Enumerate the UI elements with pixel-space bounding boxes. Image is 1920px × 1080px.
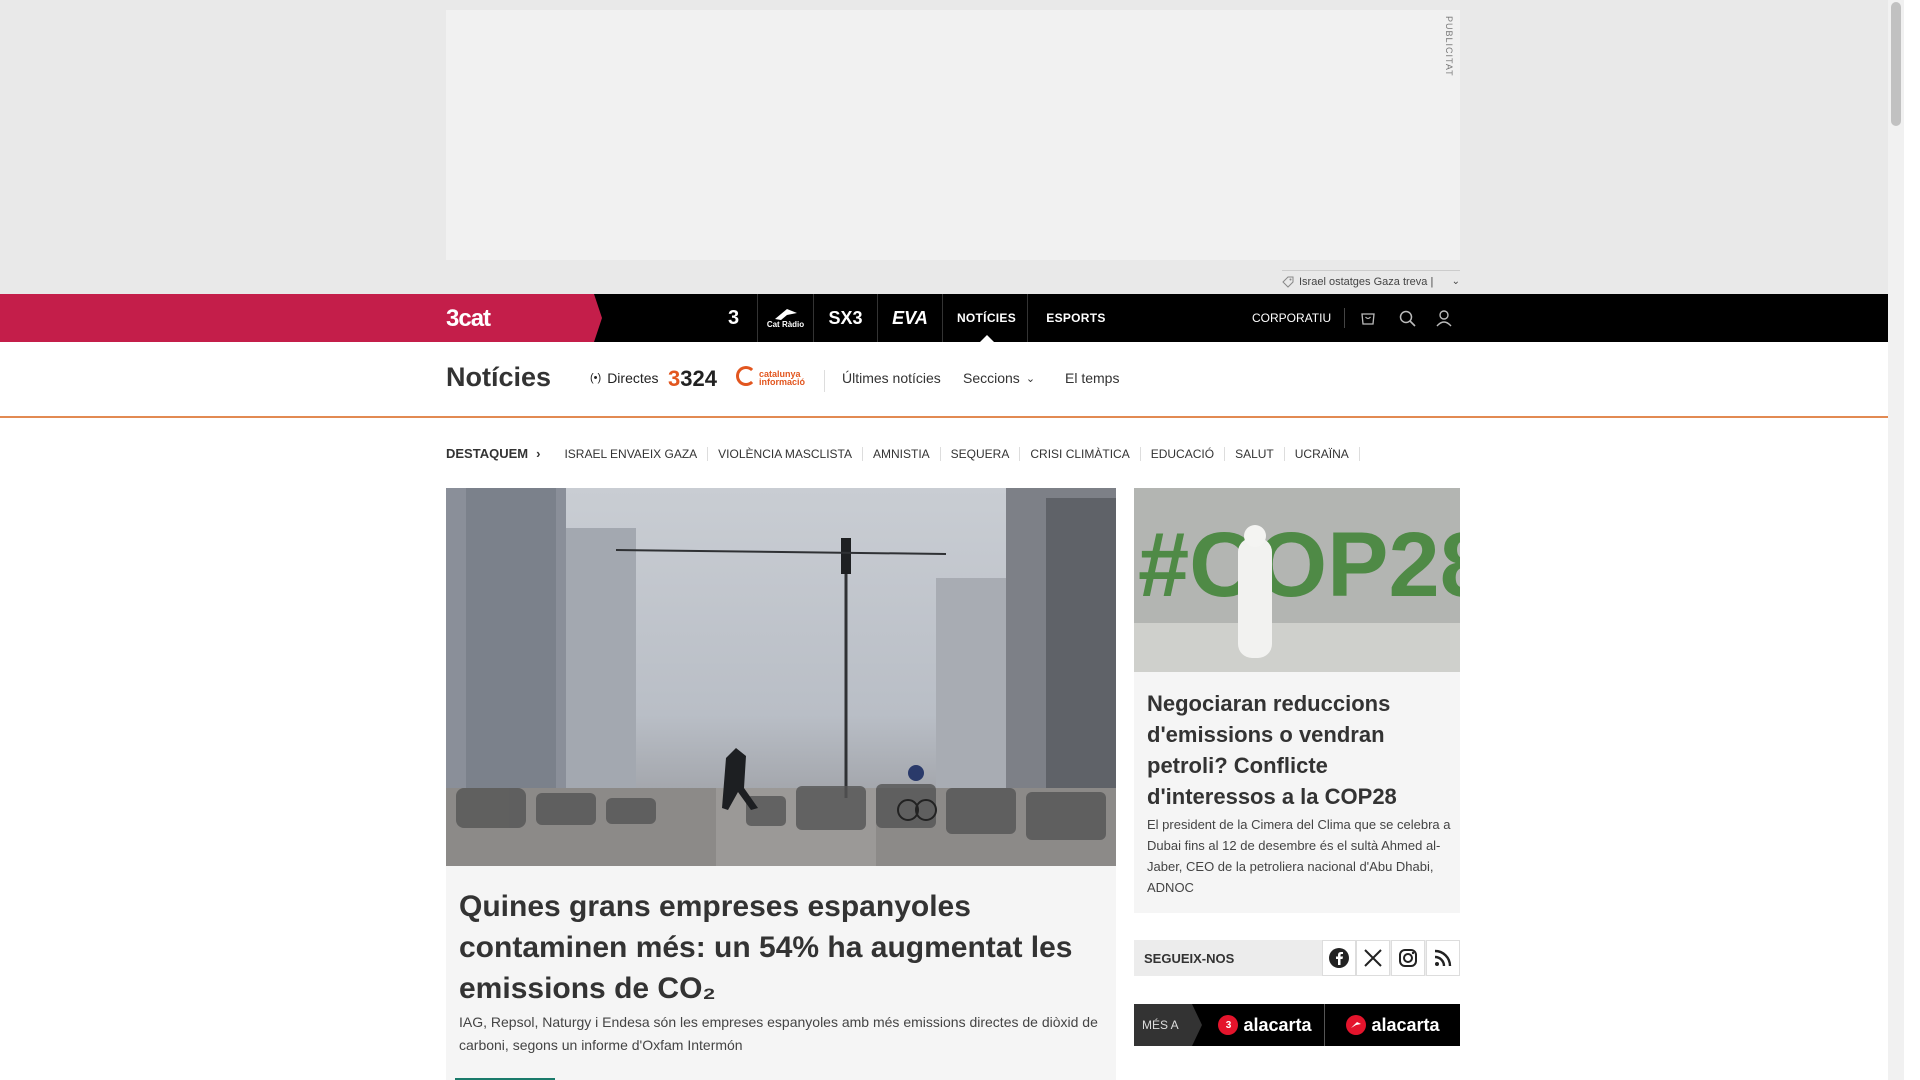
- main-article-card[interactable]: Quines grans empreses espanyoles contami…: [446, 866, 1116, 1080]
- nav-corporatiu[interactable]: CORPORATIU: [1252, 294, 1331, 342]
- user-icon[interactable]: [1430, 304, 1458, 332]
- rss-icon[interactable]: [1426, 940, 1460, 976]
- section-header: Notícies (•) Directes 3324 catalunya info…: [0, 342, 1904, 418]
- live-icon: (•): [590, 372, 602, 384]
- 3-alacarta-link[interactable]: 3 alacarta: [1206, 1004, 1324, 1046]
- ad-label: PUBLICITAT: [1444, 16, 1454, 77]
- brand-band: [0, 294, 602, 342]
- channel-eva-logo[interactable]: EVA: [878, 294, 943, 342]
- directes-label: Directes: [607, 370, 659, 386]
- 3-badge-icon: 3: [1218, 1015, 1239, 1035]
- main-article-headline[interactable]: Quines grans empreses espanyoles contami…: [459, 886, 1109, 1009]
- tag-ucraina[interactable]: UCRAÏNA: [1285, 446, 1360, 461]
- cop28-sign: #COP28: [1138, 514, 1460, 616]
- catradio-icon: [774, 309, 797, 320]
- tag-amnistia[interactable]: AMNISTIA: [863, 446, 941, 461]
- divider: [1324, 1004, 1325, 1046]
- tag-educacio[interactable]: EDUCACIÓ: [1141, 446, 1226, 461]
- chevron-right-icon: ›: [536, 446, 541, 461]
- nav-el-temps[interactable]: El temps: [1065, 370, 1119, 386]
- chevron-down-icon: ⌄: [1025, 372, 1036, 385]
- catradio-alacarta-link[interactable]: alacarta: [1326, 1004, 1460, 1046]
- facebook-icon[interactable]: [1322, 940, 1356, 976]
- divider: [824, 370, 825, 392]
- seccions-label: Seccions: [963, 370, 1020, 386]
- catalunya-informacio-logo[interactable]: catalunya informació: [736, 366, 806, 387]
- mes-a-label: MÉS A: [1134, 1004, 1202, 1046]
- tag-crisi[interactable]: CRISI CLIMÀTICA: [1020, 446, 1141, 461]
- tag-israel[interactable]: ISRAEL ENVAEIX GAZA: [554, 446, 709, 461]
- channel-sx3-logo[interactable]: SX3: [814, 294, 878, 342]
- x-icon[interactable]: [1356, 940, 1390, 976]
- nav-noticies[interactable]: NOTÍCIES: [946, 294, 1028, 342]
- tag-violencia[interactable]: VIOLÈNCIA MASCLISTA: [708, 446, 863, 461]
- channel-3-logo[interactable]: 3: [710, 294, 758, 342]
- channel-catradio-logo[interactable]: Cat Ràdio: [758, 294, 814, 342]
- scrollbar-thumb[interactable]: [1891, 2, 1901, 126]
- tag-icon: [1282, 276, 1294, 288]
- destaquem-bar: DESTAQUEM › ISRAEL ENVAEIX GAZA VIOLÈNCI…: [446, 446, 1360, 461]
- ad-banner[interactable]: [446, 10, 1460, 260]
- section-title[interactable]: Notícies: [446, 362, 551, 393]
- catradio-label: Cat Ràdio: [766, 320, 805, 329]
- alacarta-bar: MÉS A 3 alacarta alacarta: [1134, 1004, 1460, 1046]
- search-icon[interactable]: [1393, 304, 1421, 332]
- side-article-summary: El president de la Cimera del Clima que …: [1147, 817, 1451, 895]
- shop-icon[interactable]: [1354, 304, 1382, 332]
- divider: [1344, 308, 1345, 328]
- side-article-image[interactable]: #COP28: [1134, 488, 1460, 672]
- ci-line2: informació: [759, 377, 806, 387]
- follow-bar: SEGUEIX-NOS: [1134, 940, 1460, 976]
- trending-tags[interactable]: Israel ostatges Gaza treva | ⌄: [1282, 270, 1460, 292]
- side-article-headline[interactable]: Negociaran reduccions d'emissions o vend…: [1147, 688, 1452, 812]
- trending-text: Israel ostatges Gaza treva |: [1299, 275, 1434, 288]
- main-article-image[interactable]: [446, 488, 1116, 866]
- nav-esports[interactable]: ESPORTS: [1032, 294, 1120, 342]
- nav-seccions[interactable]: Seccions ⌄: [963, 370, 1035, 386]
- directes-link[interactable]: (•) Directes: [590, 370, 659, 386]
- destaquem-text: DESTAQUEM: [446, 446, 529, 461]
- destaquem-label[interactable]: DESTAQUEM ›: [446, 446, 540, 461]
- catradio-badge-icon: [1346, 1015, 1367, 1035]
- tag-sequera[interactable]: SEQUERA: [941, 446, 1021, 461]
- page: PUBLICITAT Israel ostatges Gaza treva | …: [0, 0, 1904, 1080]
- top-navbar: 3cat 3 Cat Ràdio SX3 EVA NOTÍCIES ESPORT…: [0, 294, 1904, 342]
- alacarta-label: alacarta: [1371, 1014, 1440, 1035]
- nav-ultimes-noticies[interactable]: Últimes notícies: [842, 370, 941, 386]
- scrollbar[interactable]: [1888, 0, 1904, 1080]
- 324-label: 324: [680, 366, 717, 391]
- chevron-down-icon[interactable]: ⌄: [1452, 276, 1460, 287]
- ci-icon: [736, 366, 756, 386]
- instagram-icon[interactable]: [1391, 940, 1425, 976]
- main-article-summary: IAG, Repsol, Naturgy i Endesa són les em…: [459, 1014, 1098, 1053]
- 3cat-logo[interactable]: 3cat: [446, 305, 491, 333]
- side-article-card[interactable]: Negociaran reduccions d'emissions o vend…: [1134, 672, 1460, 913]
- 324-logo[interactable]: 3324: [668, 366, 717, 392]
- ad-zone: PUBLICITAT Israel ostatges Gaza treva | …: [0, 0, 1904, 294]
- alacarta-label: alacarta: [1243, 1014, 1312, 1035]
- follow-label: SEGUEIX-NOS: [1144, 951, 1235, 966]
- tag-salut[interactable]: SALUT: [1225, 446, 1285, 461]
